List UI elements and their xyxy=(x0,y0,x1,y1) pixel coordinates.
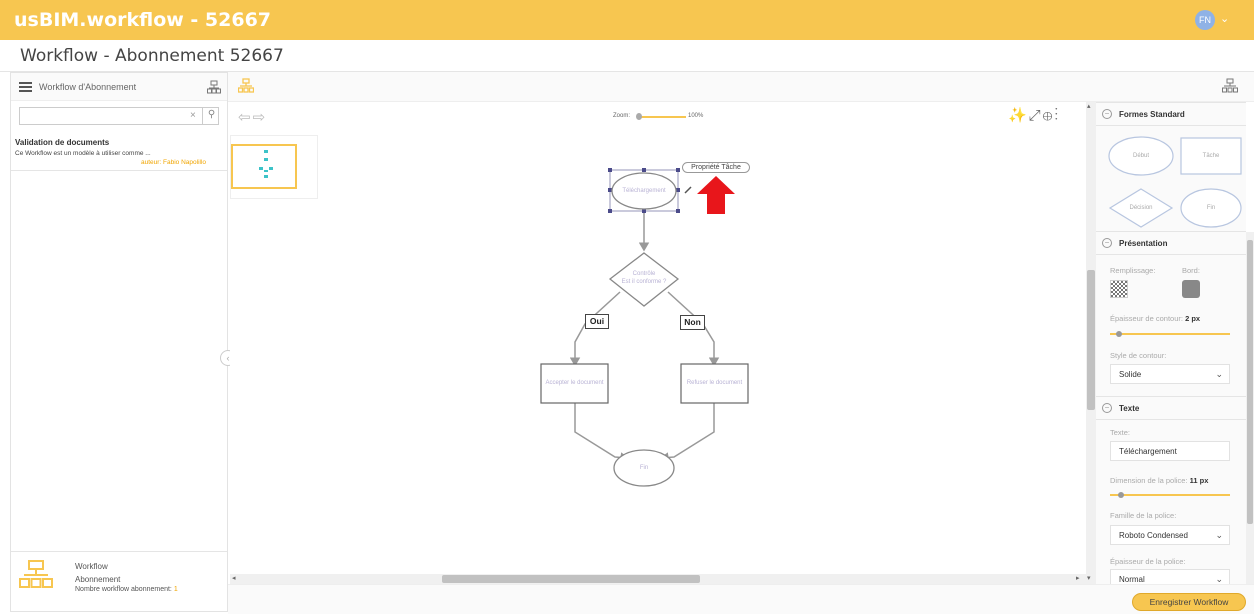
task-properties-tooltip: Propriété Tâche xyxy=(682,162,750,173)
workflow-card-description: Ce Workflow est un modèle à utiliser com… xyxy=(15,150,151,157)
shape-fin-label[interactable]: Fin xyxy=(1181,205,1241,211)
sidebar-header: Workflow d'Abonnement xyxy=(11,73,227,101)
search-icon[interactable]: ⚲ xyxy=(202,107,220,125)
horizontal-scroll-thumb[interactable] xyxy=(442,575,700,583)
thickness-value: 2 px xyxy=(1185,314,1201,323)
org-chart-settings-icon[interactable] xyxy=(1222,78,1238,94)
font-size-slider[interactable] xyxy=(1110,494,1230,496)
page-header: Workflow - Abonnement 52667 xyxy=(0,40,1254,72)
top-bar: usBIM.workflow - 52667 FN ⌄ xyxy=(0,0,1254,40)
canvas-toolbar xyxy=(228,72,1254,102)
avatar[interactable]: FN xyxy=(1195,10,1215,30)
border-color-swatch[interactable] xyxy=(1182,280,1200,298)
scroll-down-icon[interactable]: ▾ xyxy=(1087,574,1091,582)
search-input[interactable]: × ⚲ xyxy=(19,107,219,125)
fill-label: Remplissage: xyxy=(1110,266,1156,275)
flowchart xyxy=(540,168,749,487)
thickness-label-text: Épaisseur de contour: xyxy=(1110,314,1183,323)
style-label: Style de contour: xyxy=(1110,351,1167,360)
section-standard-shapes[interactable]: − Formes Standard xyxy=(1096,102,1246,126)
border-style-select[interactable]: Solide ⌄ xyxy=(1110,364,1230,384)
no-label[interactable]: Non xyxy=(680,315,705,330)
footer-label: Abonnement xyxy=(75,575,121,584)
shape-decision-label[interactable]: Décision xyxy=(1110,205,1172,211)
collapse-icon[interactable]: − xyxy=(1102,238,1112,248)
text-label: Texte: xyxy=(1110,428,1131,437)
font-size-label-text: Dimension de la police: xyxy=(1110,476,1188,485)
section-text[interactable]: − Texte xyxy=(1096,396,1246,420)
vertical-scrollbar[interactable]: ▴ ▾ xyxy=(1086,102,1096,584)
text-input[interactable]: Téléchargement xyxy=(1110,441,1230,461)
font-size-label: Dimension de la police: 11 px xyxy=(1110,476,1208,485)
collapse-icon[interactable]: − xyxy=(1102,403,1112,413)
border-label: Bord: xyxy=(1182,266,1200,275)
bottom-bar: Enregistrer Workflow xyxy=(228,584,1254,614)
workflow-icon xyxy=(19,560,53,588)
workflow-canvas[interactable]: ⇦⇨ Zoom: 100% ✨⤢⊕⋮ Téléchargement Contrô… xyxy=(230,102,1086,574)
hamburger-icon[interactable] xyxy=(19,82,32,92)
org-chart-icon[interactable] xyxy=(238,78,254,94)
sidebar-title: Workflow d'Abonnement xyxy=(39,82,137,92)
scroll-right-icon[interactable]: ▸ xyxy=(1076,574,1080,582)
collapse-icon[interactable]: − xyxy=(1102,109,1112,119)
count-value: 1 xyxy=(173,586,178,593)
org-chart-icon[interactable] xyxy=(207,80,221,94)
decision-label-2[interactable]: Est il conforme ? xyxy=(610,279,678,285)
font-size-slider-handle[interactable] xyxy=(1118,492,1124,498)
workflow-card-title[interactable]: Validation de documents xyxy=(15,138,109,147)
thickness-slider[interactable] xyxy=(1110,333,1230,335)
shape-palette xyxy=(1108,136,1242,228)
app-title: usBIM.workflow - 52667 xyxy=(14,9,272,31)
section-title: Présentation xyxy=(1119,239,1168,248)
connector-handle-icon xyxy=(684,186,692,194)
font-weight-select[interactable]: Normal ⌄ xyxy=(1110,569,1230,584)
sidebar: Workflow d'Abonnement × ⚲ Validation de … xyxy=(10,72,228,612)
divider xyxy=(11,170,227,171)
workflow-card-author: auteur: Fabio Napolillo xyxy=(141,159,207,166)
footer-count: Nombre workflow abonnement: 1 xyxy=(75,586,178,593)
font-family-select[interactable]: Roboto Condensed ⌄ xyxy=(1110,525,1230,545)
text-input-value: Téléchargement xyxy=(1119,447,1177,456)
properties-panel: − Formes Standard Début Tâche Décision F… xyxy=(1096,102,1246,584)
task-reject-label[interactable]: Refuser le document xyxy=(681,380,748,386)
border-style-value: Solide xyxy=(1119,370,1142,379)
task-accept-label[interactable]: Accepter le document xyxy=(541,380,608,386)
close-icon[interactable]: × xyxy=(190,110,196,121)
section-title: Texte xyxy=(1119,404,1140,413)
properties-scrollbar[interactable] xyxy=(1246,232,1254,584)
font-family-label: Famille de la police: xyxy=(1110,511,1177,520)
horizontal-scrollbar[interactable]: ◂ ▸ xyxy=(230,574,1086,584)
yes-label[interactable]: Oui xyxy=(585,314,609,329)
end-node-label[interactable]: Fin xyxy=(614,465,674,471)
vertical-scroll-thumb[interactable] xyxy=(1087,270,1095,410)
section-title: Formes Standard xyxy=(1119,110,1185,119)
section-presentation[interactable]: − Présentation xyxy=(1096,231,1246,255)
chevron-down-icon: ⌄ xyxy=(1215,574,1223,584)
font-size-value: 11 px xyxy=(1189,476,1209,485)
chevron-down-icon: ⌄ xyxy=(1215,530,1223,540)
properties-scroll-thumb[interactable] xyxy=(1247,240,1253,524)
font-weight-label: Épaisseur de la police: xyxy=(1110,557,1186,566)
thickness-slider-handle[interactable] xyxy=(1116,331,1122,337)
font-weight-value: Normal xyxy=(1119,575,1145,584)
scroll-up-icon[interactable]: ▴ xyxy=(1087,102,1091,110)
fill-pattern-swatch[interactable] xyxy=(1110,280,1128,298)
shape-tache-label[interactable]: Tâche xyxy=(1181,153,1241,159)
shape-debut-label[interactable]: Début xyxy=(1109,153,1173,159)
chevron-down-icon[interactable]: ⌄ xyxy=(1220,12,1229,25)
thickness-label: Épaisseur de contour: 2 px xyxy=(1110,314,1200,323)
chevron-down-icon: ⌄ xyxy=(1215,369,1223,379)
red-arrow-icon xyxy=(697,176,735,214)
page-title: Workflow - Abonnement 52667 xyxy=(20,46,284,66)
decision-label[interactable]: Contrôle xyxy=(614,271,674,277)
count-label: Nombre workflow abonnement: xyxy=(75,586,172,593)
save-workflow-button[interactable]: Enregistrer Workflow xyxy=(1132,593,1246,611)
font-family-value: Roboto Condensed xyxy=(1119,531,1188,540)
scroll-left-icon[interactable]: ◂ xyxy=(232,574,236,582)
start-node-label[interactable]: Téléchargement xyxy=(612,188,676,194)
footer-label: Workflow xyxy=(75,562,108,571)
sidebar-footer: Workflow Abonnement Nombre workflow abon… xyxy=(11,551,227,611)
